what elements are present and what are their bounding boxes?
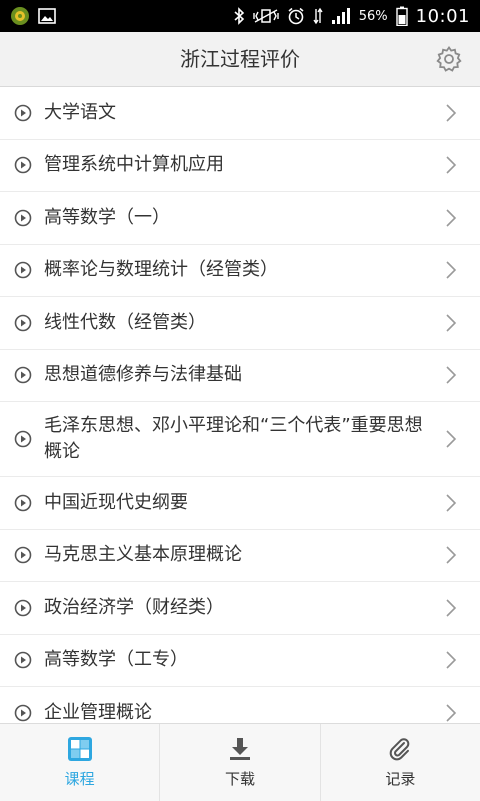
chevron-right-icon [444, 313, 458, 333]
chevron-right-icon [444, 493, 458, 513]
tab-label: 课程 [64, 770, 95, 788]
data-icon [313, 7, 323, 25]
list-item[interactable]: 企业管理概论 [0, 687, 480, 723]
radio-play-icon [14, 546, 32, 564]
chevron-right-icon [444, 260, 458, 280]
signal-icon [331, 7, 351, 25]
clock-time: 10:01 [415, 5, 470, 27]
list-item[interactable]: 马克思主义基本原理概论 [0, 530, 480, 582]
bluetooth-icon [233, 7, 245, 25]
status-left [10, 6, 56, 26]
list-item[interactable]: 高等数学（工专） [0, 635, 480, 687]
list-item[interactable]: 思想道德修养与法律基础 [0, 350, 480, 402]
radio-play-icon [14, 104, 32, 122]
list-item-label: 高等数学（一） [44, 206, 170, 228]
list-item-label: 概率论与数理统计（经管类） [44, 259, 278, 281]
radio-play-icon [14, 366, 32, 384]
list-item[interactable]: 毛泽东思想、邓小平理论和“三个代表”重要思想概论 [0, 402, 480, 477]
chevron-right-icon [444, 650, 458, 670]
battery-percent: 56% [358, 8, 388, 24]
list-item-label: 线性代数（经管类） [44, 311, 206, 333]
radio-play-icon [14, 261, 32, 279]
chevron-right-icon [444, 365, 458, 385]
radio-play-icon [14, 430, 32, 448]
list-item[interactable]: 概率论与数理统计（经管类） [0, 245, 480, 297]
chevron-right-icon [444, 545, 458, 565]
settings-button[interactable] [434, 44, 464, 74]
chevron-right-icon [444, 429, 458, 449]
app-header: 浙江过程评价 [0, 32, 480, 87]
course-list: 大学语文 管理系统中计算机应用 高等数学（一） 概率论与数理统计（经管类） 线性… [0, 87, 480, 723]
list-item-label: 大学语文 [44, 101, 116, 123]
list-item[interactable]: 大学语文 [0, 87, 480, 140]
radio-play-icon [14, 209, 32, 227]
list-item-label: 中国近现代史纲要 [44, 491, 188, 513]
list-item[interactable]: 线性代数（经管类） [0, 297, 480, 350]
paperclip-icon [390, 738, 410, 761]
list-item-label: 马克思主义基本原理概论 [44, 544, 242, 566]
list-item-label: 政治经济学（财经类） [44, 596, 224, 618]
radio-play-icon [14, 494, 32, 512]
list-item[interactable]: 中国近现代史纲要 [0, 477, 480, 530]
page-title: 浙江过程评价 [180, 47, 300, 71]
list-item[interactable]: 政治经济学（财经类） [0, 582, 480, 635]
chevron-right-icon [444, 208, 458, 228]
alarm-icon [287, 7, 305, 25]
course-icon [67, 737, 92, 761]
list-item[interactable]: 管理系统中计算机应用 [0, 140, 480, 192]
list-item-label: 企业管理概论 [44, 701, 152, 723]
chevron-right-icon [444, 703, 458, 723]
bottom-tab-bar: 课程 下载 记录 [0, 723, 480, 801]
tab-download[interactable]: 下载 [159, 724, 319, 801]
status-right: 56% 10:01 [233, 6, 470, 27]
list-item-label: 管理系统中计算机应用 [44, 154, 224, 176]
tab-label: 记录 [385, 770, 416, 788]
tab-records[interactable]: 记录 [319, 724, 480, 801]
list-item-label: 高等数学（工专） [44, 649, 188, 671]
radio-play-icon [14, 599, 32, 617]
download-icon [229, 738, 250, 760]
list-item-label: 毛泽东思想、邓小平理论和“三个代表”重要思想概论 [44, 415, 423, 462]
radio-play-icon [14, 314, 32, 332]
app-icon [10, 6, 30, 26]
radio-play-icon [14, 156, 32, 174]
tab-courses[interactable]: 课程 [0, 724, 159, 801]
chevron-right-icon [444, 598, 458, 618]
battery-icon [395, 6, 408, 26]
tab-label: 下载 [224, 770, 255, 788]
chevron-right-icon [444, 155, 458, 175]
image-icon [38, 8, 56, 24]
radio-play-icon [14, 704, 32, 722]
vibrate-icon [253, 8, 279, 24]
chevron-right-icon [444, 103, 458, 123]
list-item[interactable]: 高等数学（一） [0, 192, 480, 245]
gear-icon [436, 45, 462, 72]
radio-play-icon [14, 651, 32, 669]
list-item-label: 思想道德修养与法律基础 [44, 364, 242, 386]
status-bar: 56% 10:01 [0, 0, 480, 32]
